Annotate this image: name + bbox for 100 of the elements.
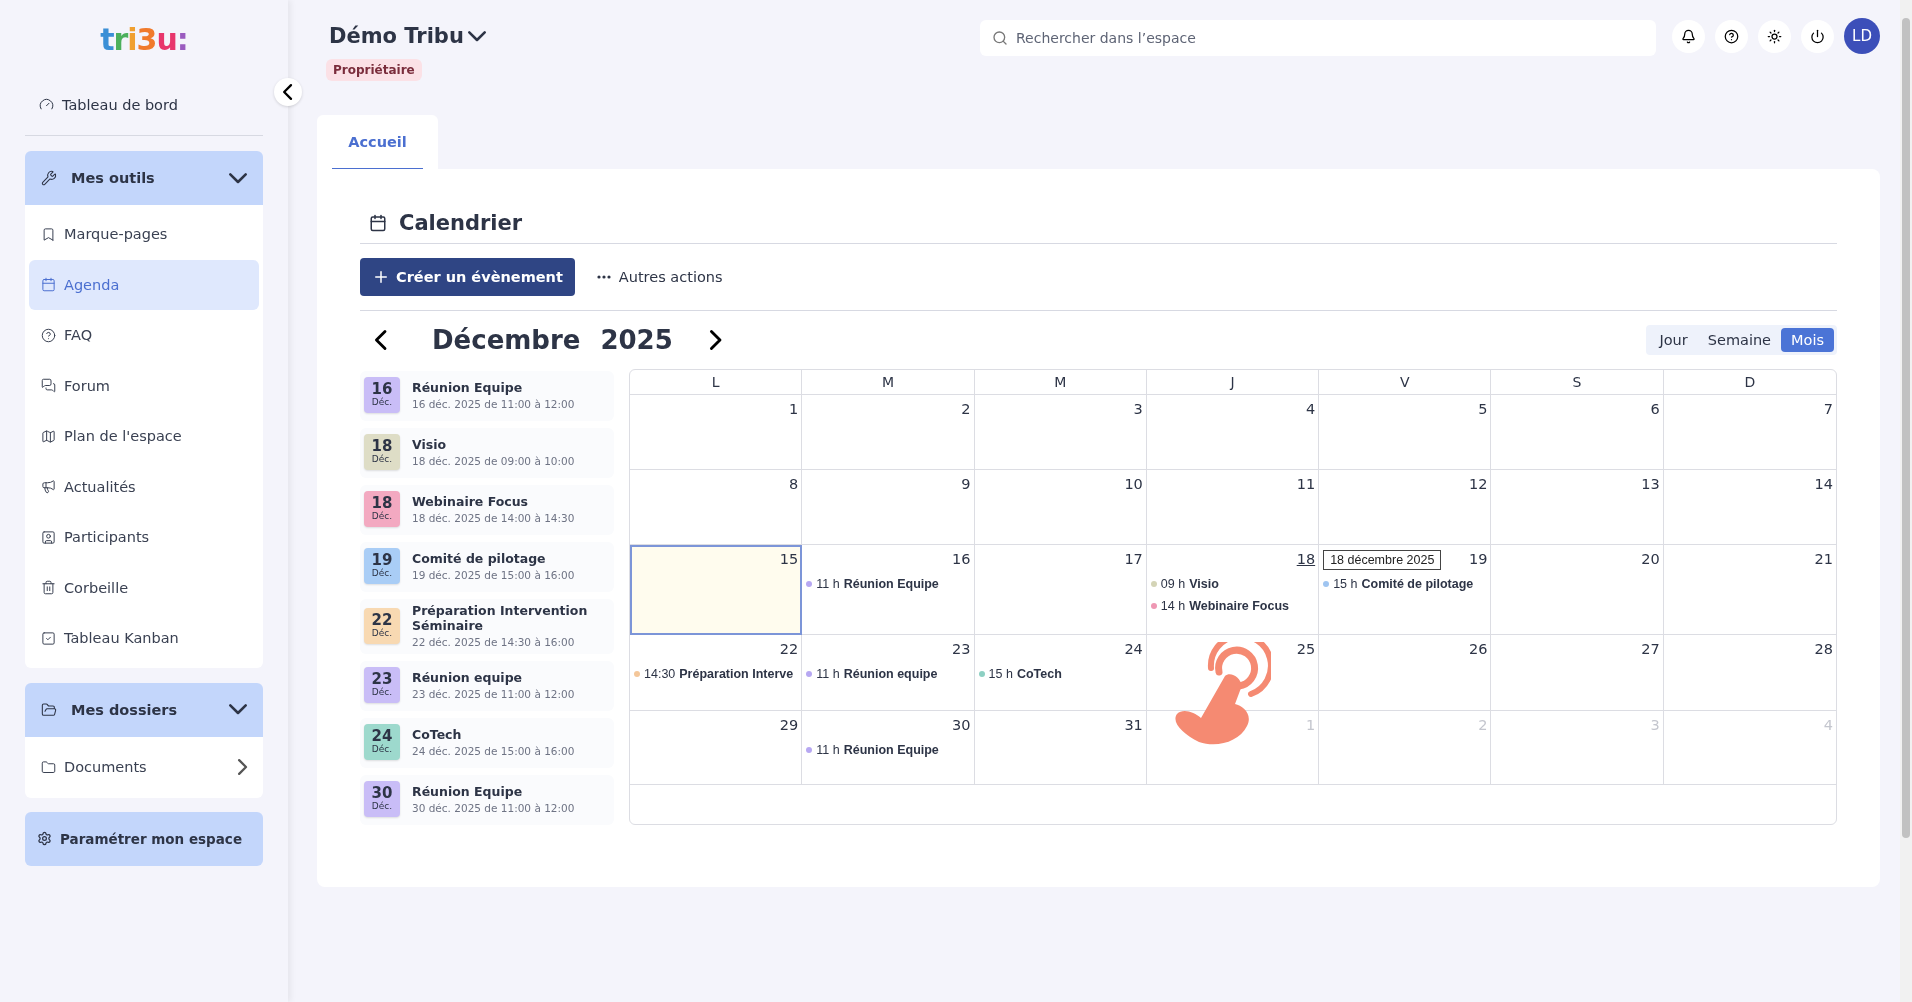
event-card[interactable]: 30 Déc. Réunion Equipe 30 déc. 2025 de 11:00 à 12:00 — [360, 775, 614, 825]
calendar-event[interactable]: 15 h CoTech — [978, 663, 1143, 685]
sidebar-item[interactable]: Tableau de bord — [25, 74, 263, 136]
day-cell[interactable]: 16 11 h Réunion Equipe — [802, 545, 975, 635]
event-time: 18 déc. 2025 de 09:00 à 10:00 — [412, 455, 575, 467]
day-number: 27 — [1641, 641, 1660, 657]
sidebar-item[interactable]: Tableau Kanban — [29, 613, 259, 664]
day-cell[interactable]: 18 09 h Visio 14 h Webinaire Focus — [1146, 545, 1320, 635]
settings-button[interactable]: Paramétrer mon espace — [25, 811, 263, 866]
day-cell[interactable]: 2 — [802, 395, 975, 470]
day-cell[interactable]: 5 — [1319, 395, 1492, 470]
view-button[interactable]: Semaine — [1697, 328, 1782, 352]
day-cell[interactable]: 10 — [974, 470, 1147, 545]
calendar-event[interactable]: 14:30 Préparation Interve — [634, 663, 799, 685]
event-title: Réunion equipe — [412, 670, 524, 685]
scrollbar[interactable] — [1900, 0, 1912, 1002]
section-header[interactable]: Mes dossiers — [25, 682, 263, 737]
day-cell[interactable]: 6 — [1491, 395, 1664, 470]
sidebar-item[interactable]: Corbeille — [29, 562, 259, 613]
section-title: Calendrier — [399, 211, 523, 235]
day-cell[interactable]: 23 11 h Réunion equipe — [802, 635, 975, 711]
user-avatar[interactable]: LD — [1844, 18, 1880, 54]
notifications-button[interactable] — [1672, 20, 1705, 53]
day-cell[interactable]: 26 — [1319, 635, 1492, 711]
sidebar-item[interactable]: Agenda — [29, 259, 259, 310]
calendar-event[interactable]: 11 h Réunion equipe — [806, 663, 971, 685]
collapse-button[interactable] — [274, 78, 302, 106]
sidebar-item[interactable]: Forum — [29, 360, 259, 411]
search-icon — [992, 30, 1008, 46]
search-field[interactable]: Rechercher dans l’espace — [980, 20, 1656, 56]
sidebar-item[interactable]: Participants — [29, 512, 259, 563]
day-cell[interactable]: 22 14:30 Préparation Interve — [630, 635, 803, 711]
event-time: 11 h — [816, 667, 840, 681]
sidebar-item[interactable]: FAQ — [29, 310, 259, 361]
tab[interactable]: Accueil — [317, 115, 438, 169]
badge-day: 18 — [371, 439, 393, 455]
view-button[interactable]: Mois — [1781, 328, 1834, 352]
month-label: Décembre — [432, 325, 581, 355]
day-cell[interactable]: 1 — [630, 395, 803, 470]
event-card[interactable]: 16 Déc. Réunion Equipe 16 déc. 2025 de 11:00 à 12:00 — [360, 371, 614, 421]
folder-icon — [41, 701, 57, 718]
badge-month: Déc. — [371, 744, 393, 755]
more-actions-button[interactable]: Autres actions — [596, 269, 723, 285]
day-cell[interactable]: 29 — [630, 711, 803, 785]
event-card[interactable]: 18 Déc. Visio 18 déc. 2025 de 09:00 à 10:00 — [360, 428, 614, 478]
day-number: 29 — [779, 717, 799, 733]
day-cell[interactable]: 3 — [974, 395, 1147, 470]
help-button[interactable] — [1715, 20, 1748, 53]
view-button[interactable]: Jour — [1649, 328, 1698, 352]
calendar-event[interactable]: 09 h Visio — [1150, 573, 1316, 595]
chevron-right-icon — [710, 330, 722, 350]
theme-button[interactable] — [1758, 20, 1791, 53]
event-card[interactable]: 23 Déc. Réunion equipe 23 déc. 2025 de 11:00 à 12:00 — [360, 661, 614, 711]
day-cell[interactable]: 24 15 h CoTech — [974, 635, 1147, 711]
sidebar-item[interactable]: Actualités — [29, 461, 259, 512]
day-cell[interactable]: 11 — [1146, 470, 1320, 545]
sidebar-item-label: Documents — [64, 759, 148, 775]
day-cell[interactable]: 30 11 h Réunion Equipe — [802, 711, 975, 785]
calendar-event[interactable]: 11 h Réunion Equipe — [806, 739, 971, 761]
day-number: 5 — [1478, 401, 1488, 417]
day-cell[interactable]: 17 — [974, 545, 1147, 635]
day-cell[interactable]: 13 — [1491, 470, 1664, 545]
event-title: Préparation Interve — [679, 667, 794, 681]
day-number: 10 — [1124, 476, 1143, 492]
create-event-button[interactable]: Créer un évènement — [360, 258, 575, 296]
badge-month: Déc. — [371, 568, 393, 579]
event-title: CoTech — [1016, 667, 1062, 681]
day-number: 11 — [1296, 476, 1316, 492]
day-cell[interactable]: 20 — [1491, 545, 1664, 635]
day-cell[interactable]: 9 — [802, 470, 975, 545]
badge-day: 22 — [371, 612, 393, 628]
day-number: 20 — [1641, 551, 1660, 567]
sidebar-item[interactable]: Marque-pages — [29, 209, 259, 260]
badge-day: 16 — [371, 382, 393, 398]
space-selector[interactable]: Démo Tribu — [317, 20, 980, 52]
sidebar-item[interactable]: Plan de l'espace — [29, 411, 259, 462]
day-cell[interactable]: 27 — [1491, 635, 1664, 711]
day-cell[interactable]: 12 — [1319, 470, 1492, 545]
event-card[interactable]: 22 Déc. Préparation Intervention Séminaire 22 déc. 2025 de 14:30 à 16:00 — [360, 599, 614, 654]
event-card[interactable]: 18 Déc. Webinaire Focus 18 déc. 2025 de 14:00 à 14:30 — [360, 485, 614, 535]
day-cell[interactable]: 15 — [630, 545, 803, 635]
day-cell[interactable]: 31 — [974, 711, 1147, 785]
event-title: CoTech — [412, 727, 463, 742]
day-cell[interactable]: 8 — [630, 470, 803, 545]
logout-button[interactable] — [1801, 20, 1834, 53]
calendar-event[interactable]: 14 h Webinaire Focus — [1150, 595, 1316, 617]
section-header[interactable]: Mes outils — [25, 151, 263, 205]
day-cell[interactable]: 4 — [1146, 395, 1320, 470]
badge-day: 23 — [371, 672, 393, 688]
event-card[interactable]: 24 Déc. CoTech 24 déc. 2025 de 15:00 à 16:00 — [360, 718, 614, 768]
role-badge: Propriétaire — [326, 59, 422, 81]
calendar-event[interactable]: 15 h Comité de pilotage — [1323, 573, 1488, 595]
event-time: 11 h — [816, 577, 840, 591]
calendar-event[interactable]: 11 h Réunion Equipe — [806, 573, 971, 595]
sidebar-item[interactable]: Documents — [29, 740, 259, 794]
event-title: Visio — [412, 437, 448, 452]
sun-icon — [1767, 29, 1782, 44]
event-title: Réunion Equipe — [843, 577, 939, 591]
event-card[interactable]: 19 Déc. Comité de pilotage 19 déc. 2025 de 15:00 à 16:00 — [360, 542, 614, 592]
day-number: 19 — [1468, 551, 1488, 567]
